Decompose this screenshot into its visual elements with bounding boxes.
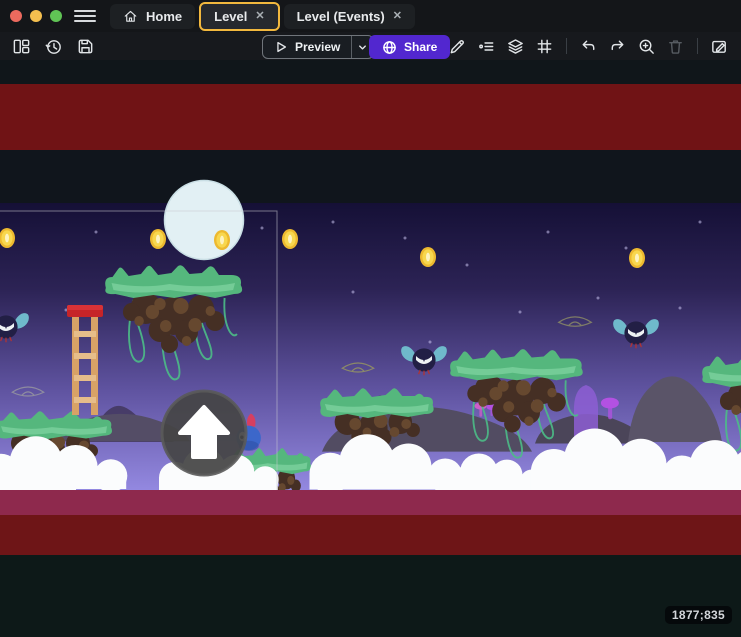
tab-label: Level [214,9,247,24]
moon[interactable] [165,181,244,260]
chevron-down-icon [357,42,368,53]
touch-arrow-button[interactable] [162,391,246,475]
coin[interactable] [420,247,436,267]
star [95,231,98,234]
dark-band-bottom [0,555,741,637]
crimson-band [0,490,741,515]
share-button[interactable]: Share [369,35,450,59]
globe-icon [382,40,397,55]
save-icon[interactable] [76,37,95,56]
redo-icon[interactable] [608,37,627,56]
maximize-window-button[interactable] [50,10,62,22]
scene-foreground-bands [0,490,741,637]
coin[interactable] [214,230,230,250]
play-icon [274,40,288,54]
toolbar-separator [566,38,567,54]
history-icon[interactable] [44,37,63,56]
red-band-top [0,84,741,150]
star [547,231,550,234]
star [261,227,264,230]
panels-icon[interactable] [12,37,31,56]
zoom-in-icon[interactable] [637,37,656,56]
rename-icon[interactable] [710,37,729,56]
star [404,237,407,240]
undo-icon[interactable] [579,37,598,56]
hamburger-menu-icon[interactable] [74,5,96,27]
app-window: Home Level ✕ Level (Events) ✕ [0,0,741,637]
home-icon [123,9,138,24]
cursor-coordinates-badge: 1877;835 [665,606,732,624]
minimize-window-button[interactable] [30,10,42,22]
preview-button[interactable]: Preview [263,36,351,58]
tab-home[interactable]: Home [110,4,195,29]
layers-icon[interactable] [506,37,525,56]
grid-icon[interactable] [535,37,554,56]
star [352,291,355,294]
star [466,264,469,267]
star [332,221,335,224]
scene-canvas[interactable] [0,60,741,637]
edit-pencil-icon[interactable] [448,37,467,56]
tab-label: Level (Events) [297,9,385,24]
scene-editor: 1877;835 [0,60,741,637]
trash-icon[interactable] [666,37,685,56]
star [429,341,432,344]
title-bar: Home Level ✕ Level (Events) ✕ [0,0,741,32]
tab-level-events[interactable]: Level (Events) ✕ [284,4,415,29]
close-window-button[interactable] [10,10,22,22]
coin[interactable] [629,248,645,268]
tab-close-icon[interactable]: ✕ [255,11,264,22]
toolbar: Preview Share [0,32,741,60]
tab-strip: Home Level ✕ Level (Events) ✕ [110,0,415,32]
red-band-bottom [0,515,741,555]
star [519,311,522,314]
window-controls [10,10,62,22]
preview-label: Preview [295,40,340,54]
star [625,247,628,250]
tab-close-icon[interactable]: ✕ [393,11,402,22]
properties-icon[interactable] [477,37,496,56]
toolbar-left-group [12,37,95,56]
coin[interactable] [150,229,166,249]
share-label: Share [404,40,437,54]
tab-label: Home [146,9,182,24]
star [699,221,702,224]
coin[interactable] [282,229,298,249]
preview-button-group: Preview [262,35,374,59]
star [679,307,682,310]
toolbar-separator [697,38,698,54]
star [597,297,600,300]
tab-level[interactable]: Level ✕ [199,2,279,31]
